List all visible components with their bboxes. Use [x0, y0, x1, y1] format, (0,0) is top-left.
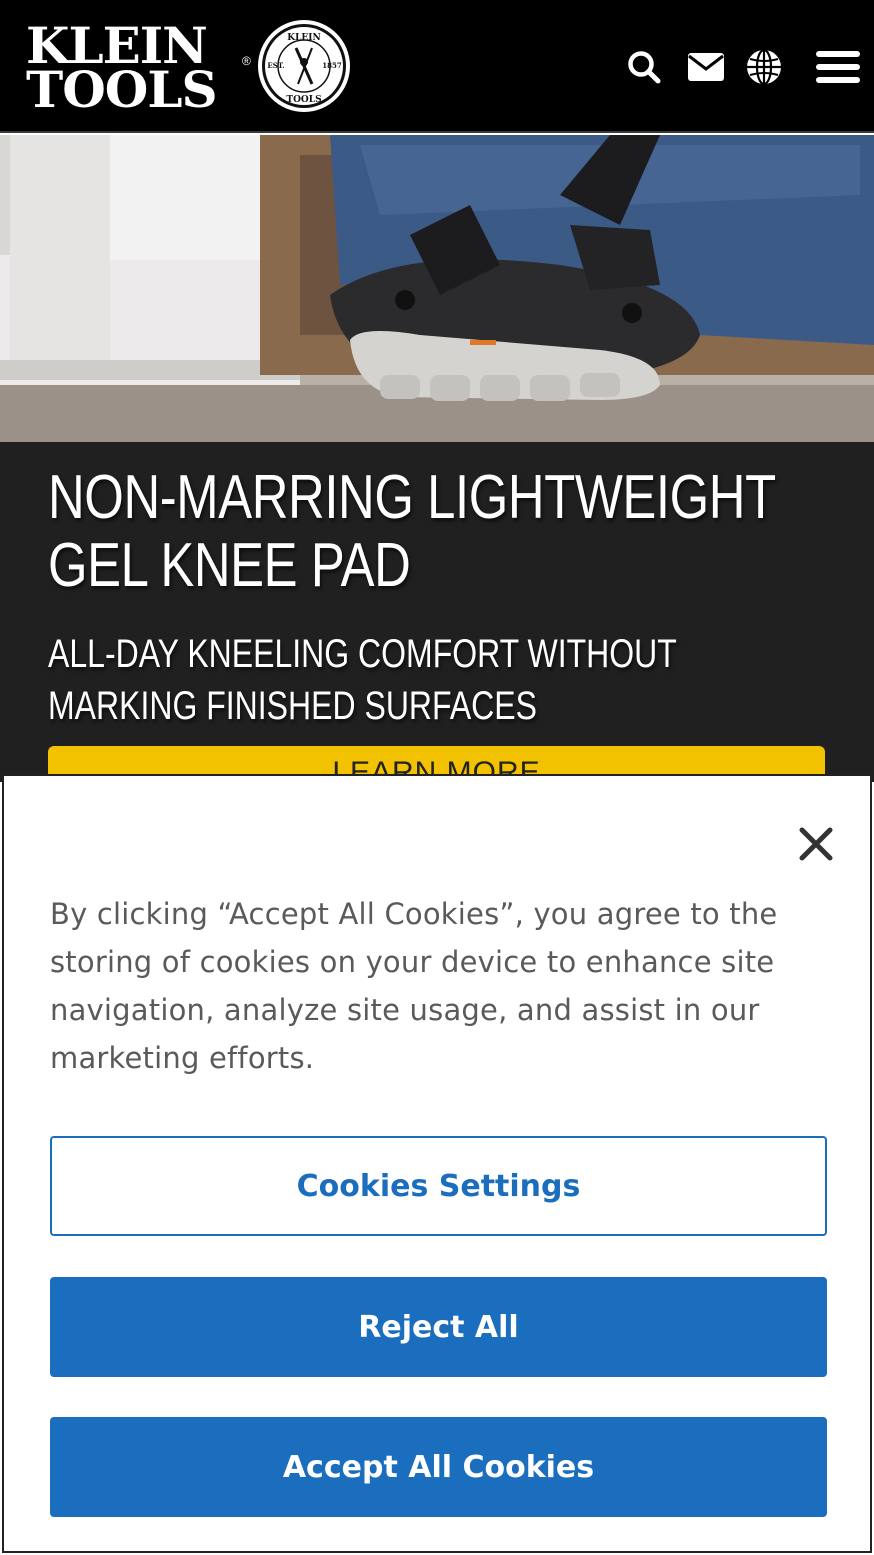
seal-text-bottom: TOOLS — [286, 95, 321, 105]
seal-text-right: 1857 — [322, 61, 342, 70]
klein-seal-logo: KLEIN EST. 1857 TOOLS — [258, 20, 350, 112]
seal-text-left: EST. — [267, 61, 284, 70]
search-icon[interactable] — [622, 44, 666, 90]
cookie-consent-dialog: By clicking “Accept All Cookies”, you ag… — [2, 774, 872, 1553]
logo-word-tools: TOOLS — [26, 60, 218, 119]
cookie-message: By clicking “Accept All Cookies”, you ag… — [50, 897, 778, 1075]
accept-all-cookies-button[interactable]: Accept All Cookies — [50, 1417, 827, 1517]
knee-pad-photo-illustration — [0, 135, 874, 442]
envelope-icon[interactable] — [684, 44, 728, 90]
globe-icon[interactable] — [742, 44, 786, 90]
promo-banner: NON-MARRING LIGHTWEIGHT GEL KNEE PAD ALL… — [0, 442, 874, 782]
hamburger-menu-icon[interactable] — [814, 44, 862, 90]
hero-knee-pad-image — [0, 135, 874, 442]
klein-tools-logo[interactable]: KLEIN TOOLS ® KLEIN EST. 1857 TOOLS — [24, 16, 354, 116]
cookies-settings-button[interactable]: Cookies Settings — [50, 1136, 827, 1236]
promo-title: NON-MARRING LIGHTWEIGHT GEL KNEE PAD — [48, 463, 775, 600]
close-icon[interactable] — [796, 824, 836, 864]
promo-subtitle: ALL-DAY KNEELING COMFORT WITHOUT MARKING… — [48, 632, 677, 728]
reject-all-button[interactable]: Reject All — [50, 1277, 827, 1377]
registered-mark: ® — [242, 54, 251, 68]
site-header: KLEIN TOOLS ® KLEIN EST. 1857 TOOLS — [0, 0, 874, 133]
seal-text-top: KLEIN — [287, 33, 320, 43]
